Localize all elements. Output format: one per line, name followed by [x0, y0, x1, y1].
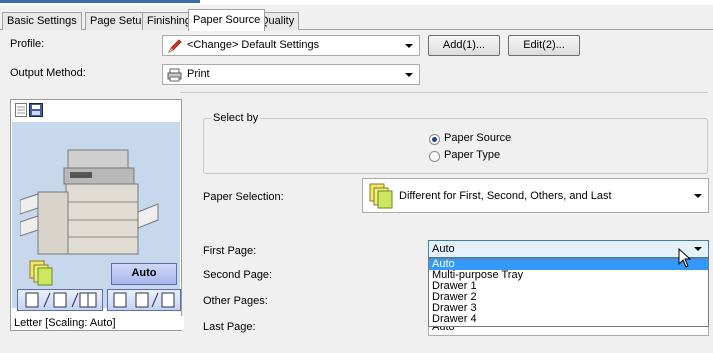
auto-badge: Auto [111, 263, 177, 285]
tab-bar: Basic Settings Page Setup Finishing Pape… [0, 0, 713, 31]
layout-options-button[interactable] [17, 289, 103, 311]
paper-status-text: Letter [Scaling: Auto] [11, 316, 184, 330]
output-method-value: Print [187, 68, 210, 80]
finishing-options-button[interactable] [107, 289, 181, 311]
output-method-label: Output Method: [10, 67, 86, 79]
paper-stack-icon [369, 183, 395, 212]
chevron-down-icon [694, 194, 702, 198]
first-page-value: Auto [432, 243, 455, 255]
profile-value: <Change> Default Settings [187, 39, 320, 51]
second-page-label: Second Page: [203, 269, 273, 281]
profile-label: Profile: [10, 38, 45, 50]
printer-machine-icon [20, 149, 159, 255]
paper-type-radio-label[interactable]: Paper Type [444, 149, 500, 161]
tab-paper-source[interactable]: Paper Source [188, 9, 266, 31]
pen-icon [167, 38, 183, 57]
mouse-cursor-icon [678, 247, 692, 271]
select-by-title: Select by [211, 112, 261, 124]
paper-type-radio[interactable] [429, 151, 440, 162]
printer-preview-panel: Auto Letter [Scaling: Auto] [10, 99, 184, 331]
last-page-label: Last Page: [203, 321, 256, 333]
first-page-dropdown-list[interactable]: Auto Multi-purpose Tray Drawer 1 Drawer … [428, 258, 709, 327]
first-page-select[interactable]: Auto [428, 240, 709, 258]
other-pages-label: Other Pages: [203, 295, 268, 307]
printer-icon [167, 68, 182, 85]
chevron-down-icon [694, 247, 702, 251]
chevron-down-icon [405, 73, 413, 77]
page-view-icon[interactable] [15, 103, 27, 120]
separator [180, 92, 708, 93]
select-by-group: Select by Paper Source Paper Type [203, 112, 708, 174]
dropdown-option-drawer-4[interactable]: Drawer 4 [429, 314, 708, 325]
paper-stack-icon [29, 260, 55, 289]
tab-basic-settings[interactable]: Basic Settings [2, 12, 82, 30]
paper-selection-select[interactable]: Different for First, Second, Others, and… [362, 178, 709, 213]
paper-selection-value: Different for First, Second, Others, and… [399, 190, 612, 202]
paper-source-radio-label[interactable]: Paper Source [444, 132, 511, 144]
profile-select[interactable]: <Change> Default Settings [162, 35, 420, 56]
paper-source-radio[interactable] [429, 134, 440, 145]
output-method-select[interactable]: Print [162, 64, 420, 85]
paper-selection-label: Paper Selection: [203, 191, 284, 203]
add-profile-button[interactable]: Add(1)... [428, 35, 500, 56]
chevron-down-icon [405, 44, 413, 48]
printer-view-icon[interactable] [29, 103, 43, 120]
first-page-label: First Page: [203, 245, 257, 257]
edit-profile-button[interactable]: Edit(2)... [508, 35, 580, 56]
